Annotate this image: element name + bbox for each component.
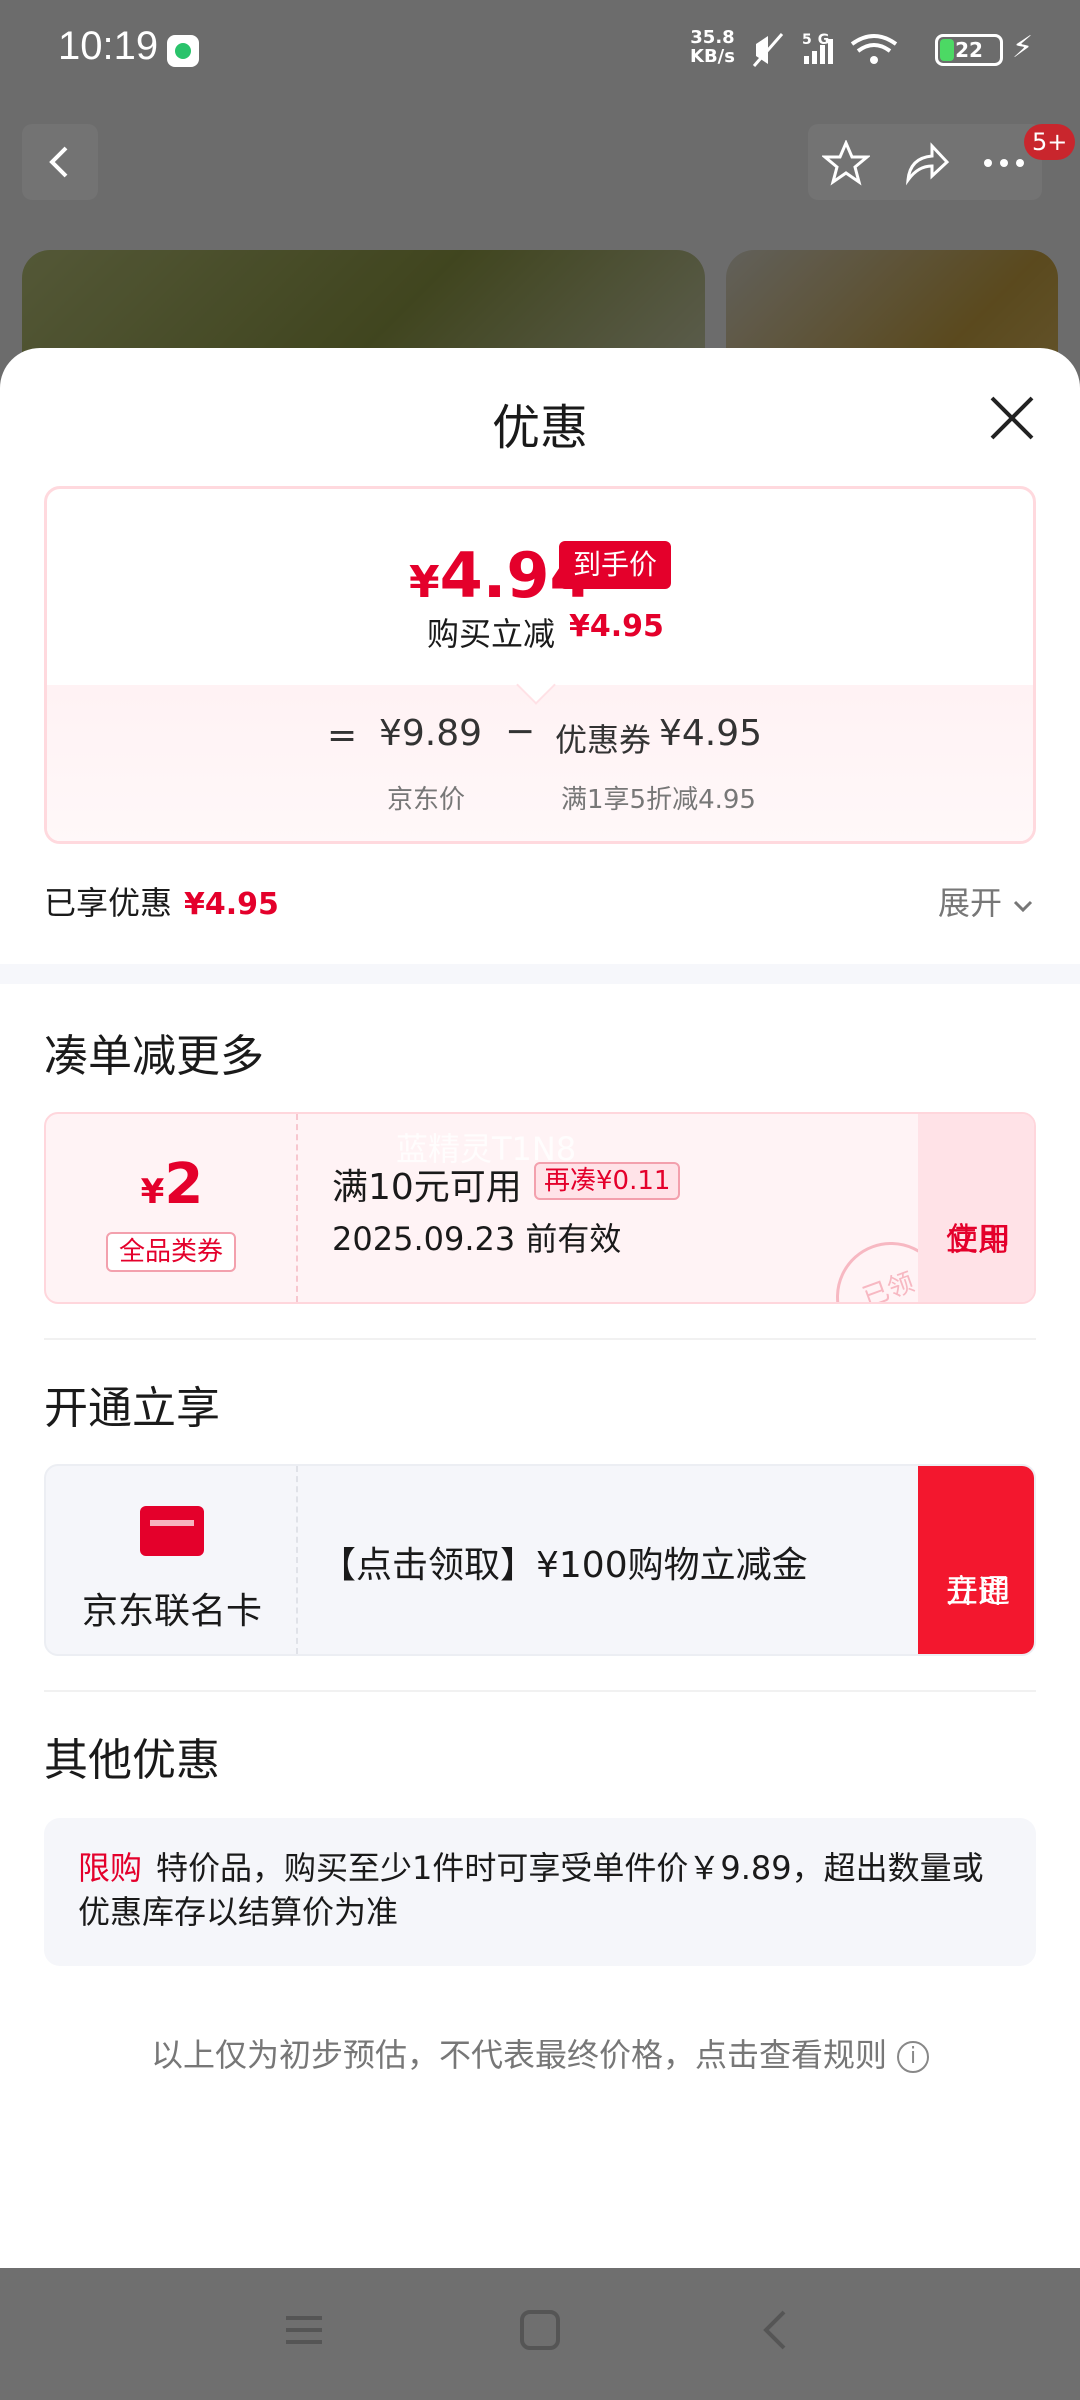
other-discount-box: 限购 特价品，购买至少1件时可享受单件价￥9.89，超出数量或优惠库存以结算价为准 [44,1818,1036,1966]
battery-icon: 22 [935,34,1003,66]
section-divider [0,964,1080,984]
enjoyed-discount: 已享优惠 ¥4.95 [44,878,279,924]
open-button-line2: 开通 [945,1572,1010,1610]
coupon-value: ¥4.95 [659,713,763,754]
coupon-card[interactable]: ¥2 全品类券 蓝精灵T1N8 满10元可用 再凑¥0.11 2025.09.2… [44,1112,1036,1304]
home-icon[interactable] [518,2308,562,2352]
jd-price-caption: 京东价 [387,785,466,815]
status-bar: 10:19 35.8 KB/s 5G 22 ⚡ [0,0,1080,100]
expand-button[interactable]: 展开 [938,878,1034,924]
chevron-down-icon [1014,900,1033,913]
disclaimer-text: 以上仅为初步预估，不代表最终价格，点击查看规则 [150,2036,887,2074]
open-card-button[interactable]: 立即 开通 [918,1466,1034,1654]
card-name: 京东联名卡 [81,1591,262,1632]
signal-wifi-icons: 5G [752,32,898,67]
coupon-label: 优惠券 [555,721,652,759]
net-speed-unit: KB/s [690,46,735,67]
chevron-left-icon [49,146,68,178]
notification-badge: 5+ [1024,124,1076,160]
charging-icon: ⚡ [1012,30,1034,65]
co-branded-card-offer[interactable]: 京东联名卡 【点击领取】¥100购物立减金 立即 开通 [44,1464,1036,1656]
disclaimer-link[interactable]: 以上仅为初步预估，不代表最终价格，点击查看规则 i [0,2030,1080,2076]
final-price-tag: 到手价 [559,541,671,589]
price-summary-card: ¥4.94 到手价 购买立减 ¥4.95 = ¥9.89 − 优惠券 ¥4.95… [44,486,1036,844]
limit-tag: 限购 [78,1849,143,1887]
coupon-condition: 满10元可用 [332,1167,522,1208]
status-icons: 5G [752,30,922,78]
star-icon[interactable] [822,140,870,186]
use-button-line2: 使用 [945,1220,1010,1258]
coupon-caption: 满1享5折减4.95 [561,785,756,815]
info-icon: i [897,2041,929,2073]
section-title-more: 凑单减更多 [44,1031,264,1082]
instant-discount-label: 购买立减 [427,615,556,653]
instant-discount-value: ¥4.95 [569,609,664,644]
back-button[interactable] [22,124,98,200]
divider [44,1338,1036,1340]
share-icon[interactable] [902,140,950,186]
status-time: 10:19 [58,24,159,68]
coupon-amount-value: 2 [164,1152,204,1217]
coupon-currency: ¥ [140,1172,165,1212]
discount-sheet: 优惠 ¥4.94 到手价 购买立减 ¥4.95 = ¥9.89 − 优惠券 ¥4… [0,348,1080,2268]
jd-price: ¥9.89 [379,713,483,754]
more-icon[interactable] [980,140,1028,186]
coupon-validity: 2025.09.23 前有效 [332,1220,622,1258]
limit-description: 特价品，购买至少1件时可享受单件价￥9.89，超出数量或优惠库存以结算价为准 [78,1849,984,1931]
net-speed-value: 35.8 [690,27,735,48]
battery-level: 22 [955,38,983,62]
coupon-amount: ¥2 [46,1152,298,1217]
enjoyed-label: 已享优惠 [44,884,173,922]
minus-sign: − [505,711,536,752]
sheet-title: 优惠 [491,400,588,456]
equals-sign: = [327,715,358,756]
coupon-more-needed: 再凑¥0.11 [534,1162,681,1200]
top-actions [808,124,1042,200]
app-notification-icon [167,35,199,67]
section-title-other: 其他优惠 [44,1735,220,1786]
enjoyed-value: ¥4.95 [184,887,279,922]
menu-icon[interactable] [282,2308,326,2352]
divider [44,1690,1036,1692]
close-icon[interactable] [984,390,1040,446]
card-offer-desc: 【点击领取】¥100购物立减金 [320,1545,808,1586]
use-coupon-button[interactable]: 立即 使用 [918,1114,1034,1302]
final-price-currency: ¥ [409,557,440,608]
coupon-type: 全品类券 [106,1232,236,1272]
expand-label: 展开 [938,884,1003,922]
credit-card-icon [140,1506,204,1556]
section-title-open: 开通立享 [44,1383,220,1434]
system-nav-bar [0,2268,1080,2400]
back-nav-icon[interactable] [754,2308,798,2352]
network-speed: 35.8 KB/s [690,28,735,66]
